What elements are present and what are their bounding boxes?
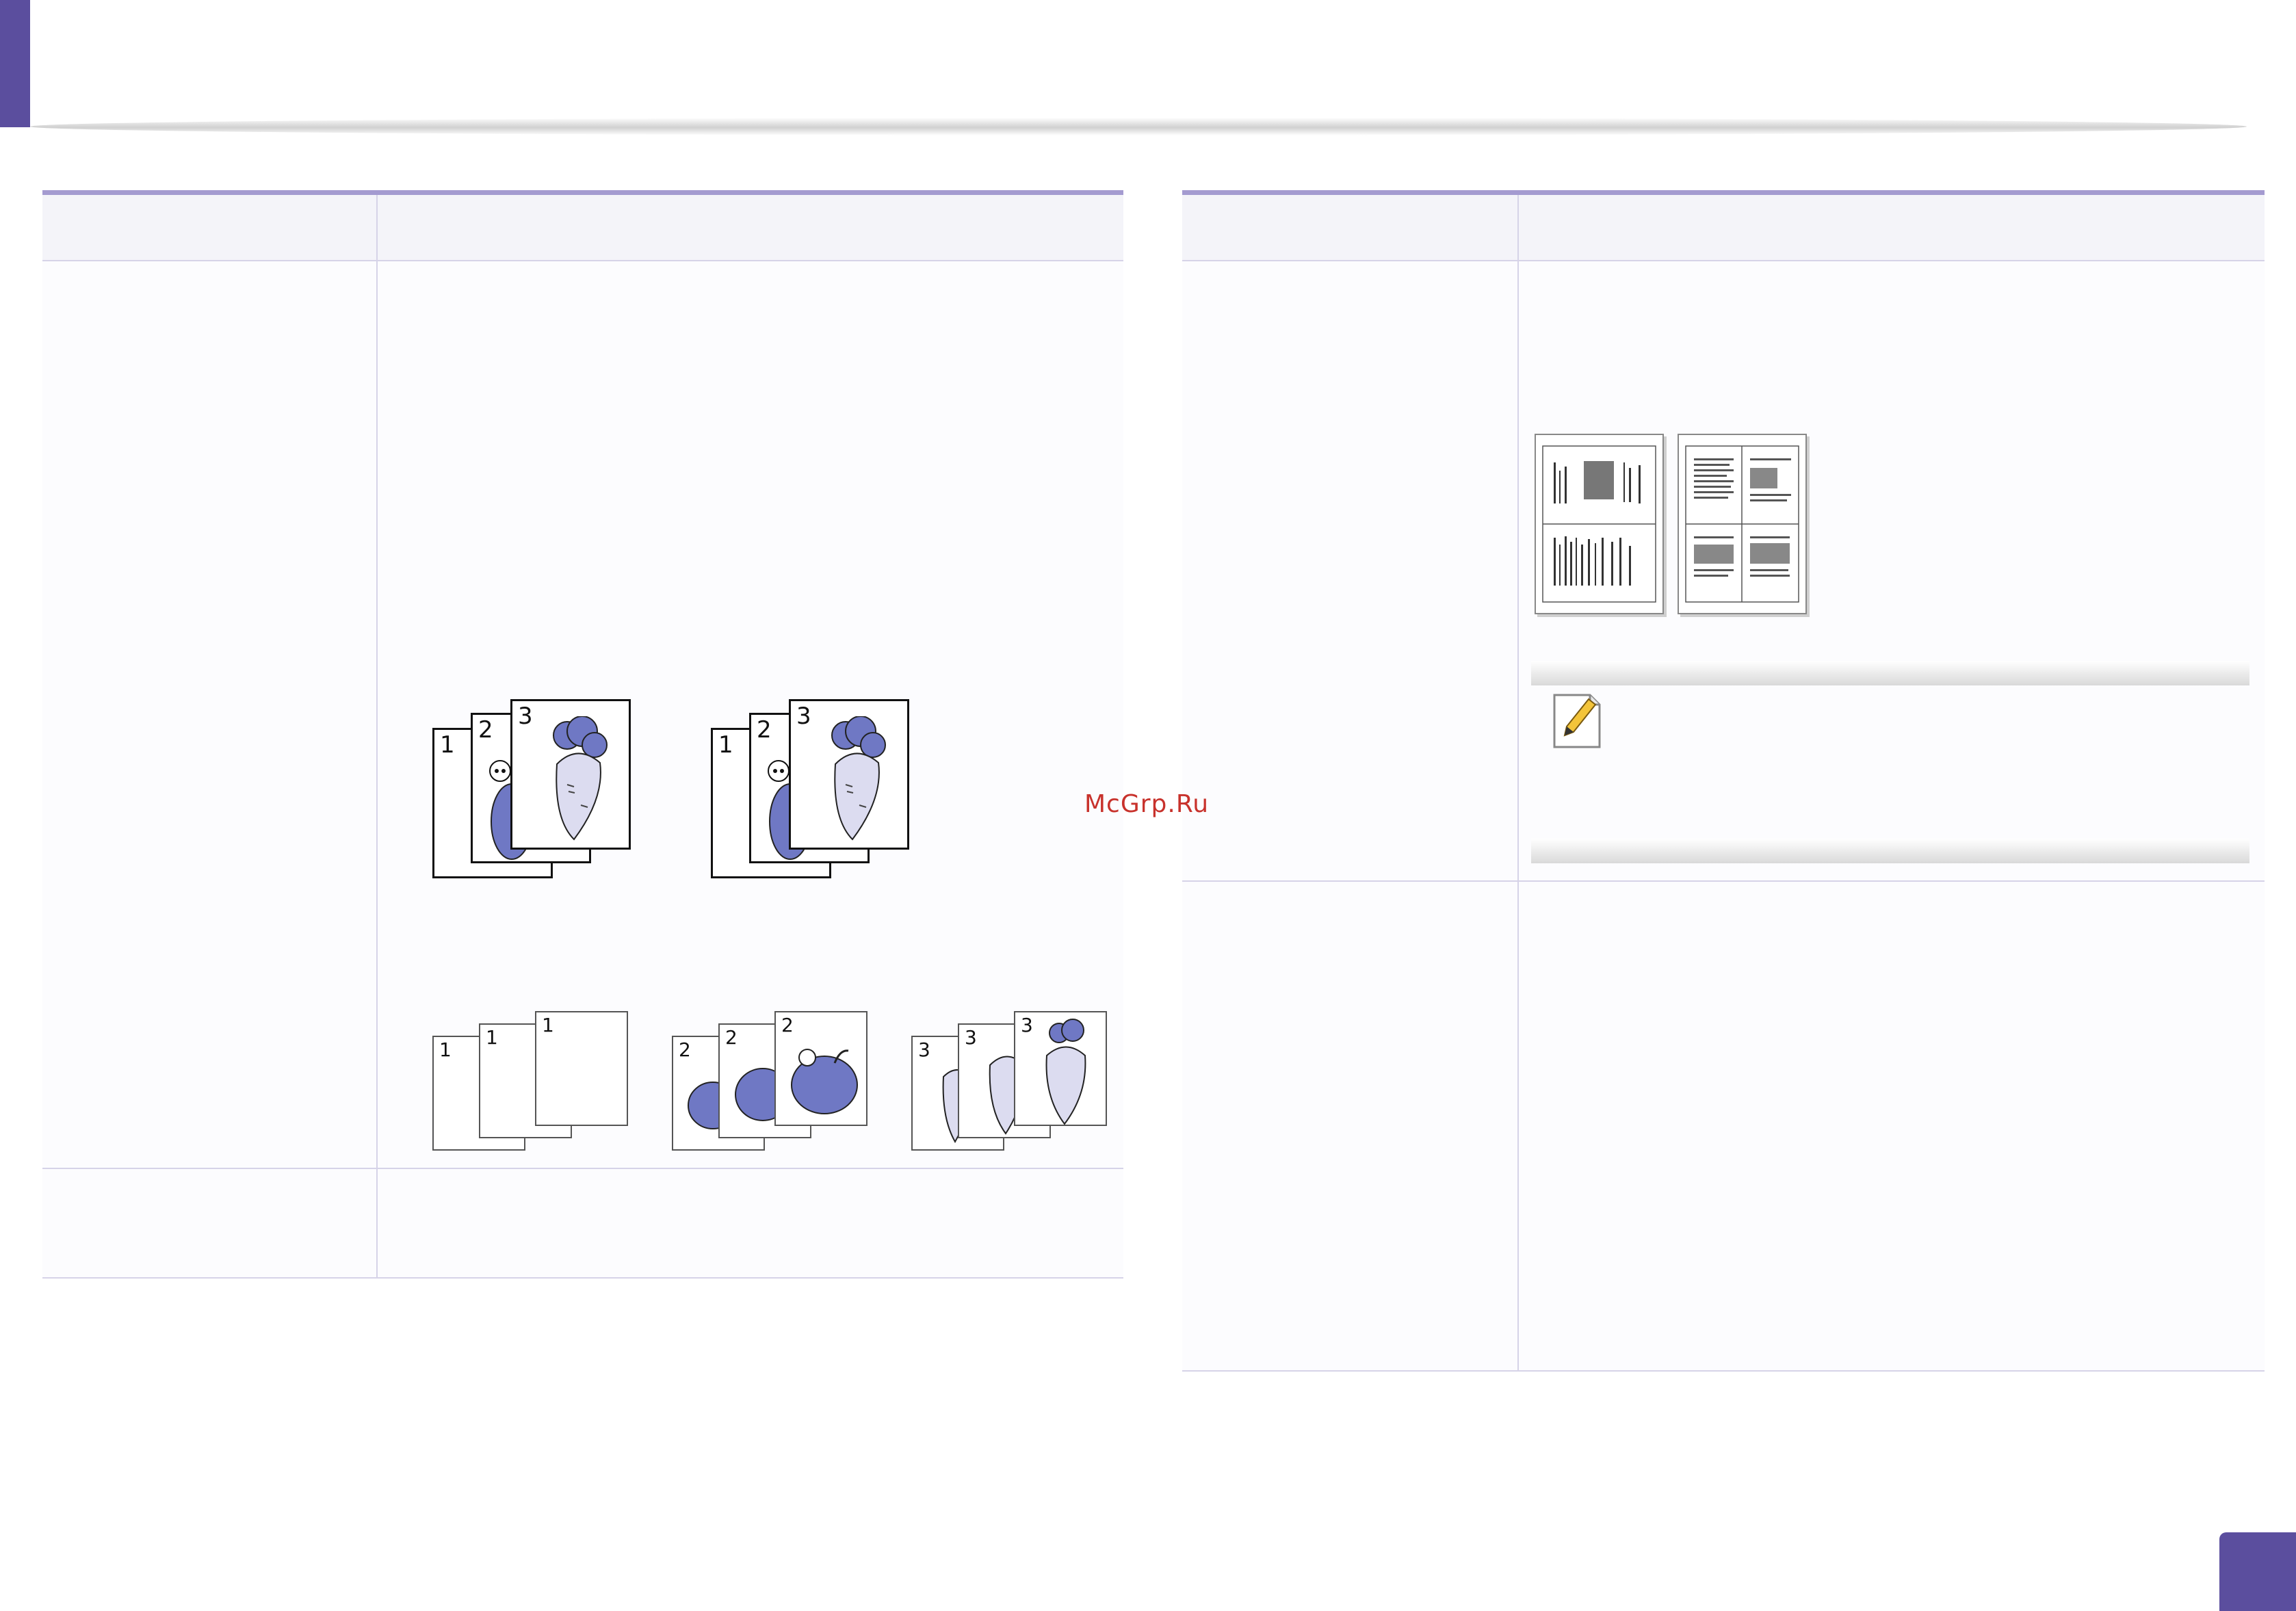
- page-sheet: 3: [510, 699, 631, 850]
- page-number-badge: [2219, 1532, 2296, 1611]
- radish-icon: [553, 716, 608, 841]
- page-sheet: 2: [774, 1011, 867, 1126]
- page-number: 3: [796, 703, 811, 730]
- bug-face-icon: [768, 760, 790, 782]
- page-number: 3: [1021, 1014, 1033, 1036]
- uncollated-group-2: 2 2 2: [672, 1011, 870, 1151]
- page-number: 1: [439, 1038, 452, 1061]
- chapter-tab: [0, 0, 30, 127]
- page-number: 1: [718, 731, 733, 759]
- column-divider: [1517, 195, 1519, 1370]
- uncollated-group-1: 1 1 1: [432, 1011, 631, 1151]
- collated-illustration: 1 2 3: [711, 699, 916, 878]
- table-top-rule: [42, 190, 1123, 195]
- radish-icon: [1045, 1019, 1086, 1125]
- page-sheet: 3: [789, 699, 909, 850]
- page-sheet: 3: [1014, 1011, 1107, 1126]
- note-top-bar: [1531, 661, 2249, 685]
- table-row: [42, 1169, 1123, 1279]
- page-number: 3: [918, 1038, 930, 1061]
- uncollated-group-3: 3 3 3: [911, 1011, 1117, 1151]
- radish-icon: [831, 716, 886, 841]
- page-number: 3: [518, 703, 533, 730]
- four-up-page-preview: [1542, 445, 1656, 603]
- page-number: 2: [781, 1014, 794, 1036]
- note-box: [1531, 661, 2249, 863]
- page-sheet: 1: [535, 1011, 628, 1126]
- layout-sample-sheet: [1535, 434, 1664, 614]
- note-bottom-bar: [1531, 839, 2249, 863]
- apple-icon: [791, 1049, 858, 1114]
- page-number: 1: [440, 731, 455, 759]
- watermark-text: McGrp.Ru: [1084, 790, 1210, 818]
- bug-face-icon: [489, 760, 511, 782]
- collated-illustration: 1 2 3: [432, 699, 638, 878]
- page-number: 1: [542, 1014, 554, 1036]
- table-header-row: [42, 195, 1123, 261]
- page-number: 2: [725, 1026, 738, 1049]
- page-number: 2: [679, 1038, 691, 1061]
- table-header-row: [1182, 195, 2265, 261]
- note-pencil-icon: [1553, 694, 1601, 748]
- page-number: 2: [757, 716, 772, 744]
- layout-sample-sheet: [1678, 434, 1807, 614]
- left-options-table: 1 2 3 1 2 3 1 1 1 2 2 2 3 3 3: [42, 190, 1123, 1279]
- four-up-page-preview: [1685, 445, 1799, 603]
- header-divider: [30, 118, 2247, 135]
- table-row: [1182, 882, 2265, 1372]
- page-number: 1: [486, 1026, 498, 1049]
- table-top-rule: [1182, 190, 2265, 195]
- page-number: 2: [478, 716, 493, 744]
- page-number: 3: [965, 1026, 977, 1049]
- column-divider: [376, 195, 378, 1277]
